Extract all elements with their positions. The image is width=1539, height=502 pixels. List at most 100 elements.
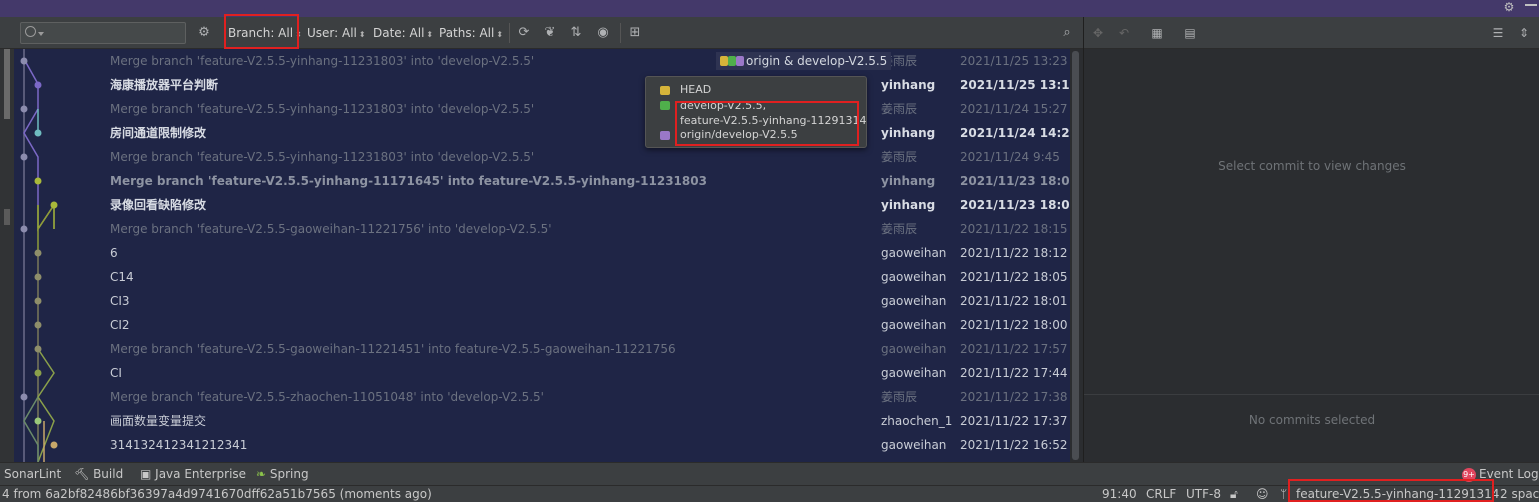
- preview-diff-icon[interactable]: ▤: [1181, 24, 1199, 42]
- log-scrollbar-thumb[interactable]: [1072, 51, 1079, 460]
- sort-icon[interactable]: ⇅: [567, 24, 585, 42]
- changes-toolbar: ✥ ↶ ▦ ▤ ☰ ⇕: [1084, 17, 1539, 49]
- commit-row[interactable]: Merge branch 'feature-V2.5.5-yinhang-112…: [14, 145, 1070, 169]
- eye-icon[interactable]: ◉: [594, 24, 612, 42]
- spring-tab[interactable]: ❧ Spring: [256, 467, 309, 481]
- select-commit-hint: Select commit to view changes: [1218, 159, 1406, 173]
- gear-icon[interactable]: ⚙: [195, 24, 213, 42]
- settings-gear-icon[interactable]: ⚙: [1501, 0, 1517, 16]
- commit-date: 2021/11/22 18:01: [960, 294, 1068, 308]
- commit-row[interactable]: CI3 gaoweihan 2021/11/22 18:01: [14, 289, 1070, 313]
- commit-message: Merge branch 'feature-V2.5.5-zhaochen-11…: [110, 390, 544, 404]
- commit-author: yinhang: [881, 198, 936, 212]
- commit-row[interactable]: 海康播放器平台判断 yinhang 2021/11/25 13:15: [14, 73, 1070, 97]
- cursor-position[interactable]: 91:40: [1102, 487, 1137, 501]
- highlight-box-tooltip-branches: [675, 101, 859, 146]
- commit-date: 2021/11/23 18:03: [960, 174, 1070, 188]
- changes-panel: ✥ ↶ ▦ ▤ ☰ ⇕ Select commit to view change…: [1083, 17, 1539, 462]
- commit-log-list[interactable]: Merge branch 'feature-V2.5.5-yinhang-112…: [14, 49, 1070, 462]
- no-commits-hint: No commits selected: [1248, 413, 1376, 427]
- search-icon: [25, 26, 36, 37]
- commit-row[interactable]: CI gaoweihan 2021/11/22 17:44: [14, 361, 1070, 385]
- line-separator[interactable]: CRLF: [1146, 487, 1176, 501]
- commit-date: 2021/11/23 18:01: [960, 198, 1070, 212]
- log-scrollbar[interactable]: [1070, 49, 1082, 462]
- commit-date: 2021/11/22 17:37: [960, 414, 1068, 428]
- tag-icon-local: [728, 56, 736, 66]
- commit-message: CI2: [110, 318, 130, 332]
- commit-author: 姜雨辰: [881, 102, 918, 116]
- gutter-mark: [4, 49, 10, 119]
- commit-row[interactable]: CI2 gaoweihan 2021/11/22 18:00: [14, 313, 1070, 337]
- commit-row[interactable]: C14 gaoweihan 2021/11/22 18:05: [14, 265, 1070, 289]
- inspector-icon[interactable]: ☺: [1256, 487, 1269, 501]
- commit-row[interactable]: Merge branch 'feature-V2.5.5-yinhang-112…: [14, 49, 1070, 73]
- commit-author: gaoweihan: [881, 342, 947, 356]
- lock-icon[interactable]: 🔓︎: [1230, 487, 1238, 502]
- commit-author: gaoweihan: [881, 318, 947, 332]
- commit-row[interactable]: 6 gaoweihan 2021/11/22 18:12: [14, 241, 1070, 265]
- paths-filter[interactable]: Paths: All ⬍: [439, 26, 503, 40]
- collapse-all-icon[interactable]: ⇕: [1515, 24, 1533, 42]
- commit-message: Merge branch 'feature-V2.5.5-gaoweihan-1…: [110, 342, 676, 356]
- local-branch-tag-icon: [660, 101, 670, 110]
- commit-row[interactable]: 房间通道限制修改 yinhang 2021/11/24 14:27: [14, 121, 1070, 145]
- commit-date: 2021/11/22 16:52: [960, 438, 1068, 452]
- date-filter[interactable]: Date: All ⬍: [373, 26, 433, 40]
- commit-message: CI: [110, 366, 122, 380]
- hammer-icon: 🔨︎: [74, 467, 94, 481]
- toolbar-separator: [620, 23, 621, 43]
- sonarlint-tab[interactable]: SonarLint: [4, 467, 61, 481]
- minimize-icon[interactable]: [1525, 4, 1537, 6]
- search-history-dropdown-icon[interactable]: [38, 32, 44, 36]
- commit-date: 2021/11/24 15:27: [960, 102, 1068, 116]
- user-filter[interactable]: User: All ⬍: [307, 26, 366, 40]
- commit-row[interactable]: Merge branch 'feature-V2.5.5-gaoweihan-1…: [14, 217, 1070, 241]
- commit-author: yinhang: [881, 126, 936, 140]
- remote-branch-tag-icon: [660, 131, 670, 140]
- log-toolbar: ⚙ Branch: All ⬍ User: All ⬍ Date: All ⬍ Pat…: [0, 17, 1083, 49]
- commit-author: gaoweihan: [881, 366, 947, 380]
- build-tab[interactable]: 🔨︎ Build: [74, 467, 123, 481]
- commit-message: 画面数量变量提交: [110, 414, 207, 428]
- file-encoding[interactable]: UTF-8: [1186, 487, 1221, 501]
- search-input[interactable]: [20, 22, 186, 44]
- commit-date: 2021/11/24 9:45: [960, 150, 1060, 164]
- commit-author: gaoweihan: [881, 246, 947, 260]
- commit-message: C14: [110, 270, 134, 284]
- commit-row[interactable]: Merge branch 'feature-V2.5.5-gaoweihan-1…: [14, 337, 1070, 361]
- group-by-icon[interactable]: ▦: [1148, 24, 1166, 42]
- revert-icon: ↶: [1118, 26, 1130, 40]
- updown-icon: ⬍: [496, 30, 504, 39]
- commit-author: yinhang: [881, 78, 936, 92]
- commit-message: CI3: [110, 294, 130, 308]
- commit-date: 2021/11/22 18:12: [960, 246, 1068, 260]
- commit-date: 2021/11/22 17:44: [960, 366, 1068, 380]
- ref-label-origin-develop[interactable]: origin & develop-V2.5.5: [716, 52, 892, 70]
- open-new-tab-icon[interactable]: ⊞: [626, 24, 644, 42]
- commit-row[interactable]: 画面数量变量提交 zhaochen_1 2021/11/22 17:37: [14, 409, 1070, 433]
- search-icon[interactable]: ⌕: [1058, 24, 1076, 42]
- commit-author: yinhang: [881, 174, 936, 188]
- status-message[interactable]: 4 from 6a2bf82486bf36397a4d9741670dff62a…: [2, 487, 432, 501]
- updown-icon: ⬍: [426, 30, 434, 39]
- gutter-mark: [4, 209, 10, 225]
- cherry-pick-icon[interactable]: ❦: [541, 24, 559, 42]
- git-branch-icon: ᛘ: [1280, 487, 1288, 501]
- commit-row[interactable]: 314132412341212341 gaoweihan 2021/11/22 16…: [14, 433, 1070, 457]
- indent-setting[interactable]: 2 spac: [1500, 487, 1539, 501]
- refresh-icon[interactable]: ⟳: [515, 24, 533, 42]
- java-enterprise-tab[interactable]: ▣ Java Enterprise: [140, 467, 246, 481]
- expand-all-icon[interactable]: ☰: [1489, 24, 1507, 42]
- commit-message: 314132412341212341: [110, 438, 248, 452]
- panel-divider[interactable]: [1084, 394, 1539, 395]
- commit-row[interactable]: Merge branch 'feature-V2.5.5-zhaochen-11…: [14, 385, 1070, 409]
- commit-date: 2021/11/22 18:15: [960, 222, 1068, 236]
- commit-author: gaoweihan: [881, 270, 947, 284]
- commit-row[interactable]: 录像回看缺陷修改 yinhang 2021/11/23 18:01: [14, 193, 1070, 217]
- commit-message: 录像回看缺陷修改: [110, 198, 207, 212]
- toolbar-separator: [509, 23, 510, 43]
- commit-row[interactable]: Merge branch 'feature-V2.5.5-yinhang-111…: [14, 169, 1070, 193]
- commit-row[interactable]: Merge branch 'feature-V2.5.5-yinhang-112…: [14, 97, 1070, 121]
- cherry-pick-disabled-icon: ✥: [1092, 26, 1104, 40]
